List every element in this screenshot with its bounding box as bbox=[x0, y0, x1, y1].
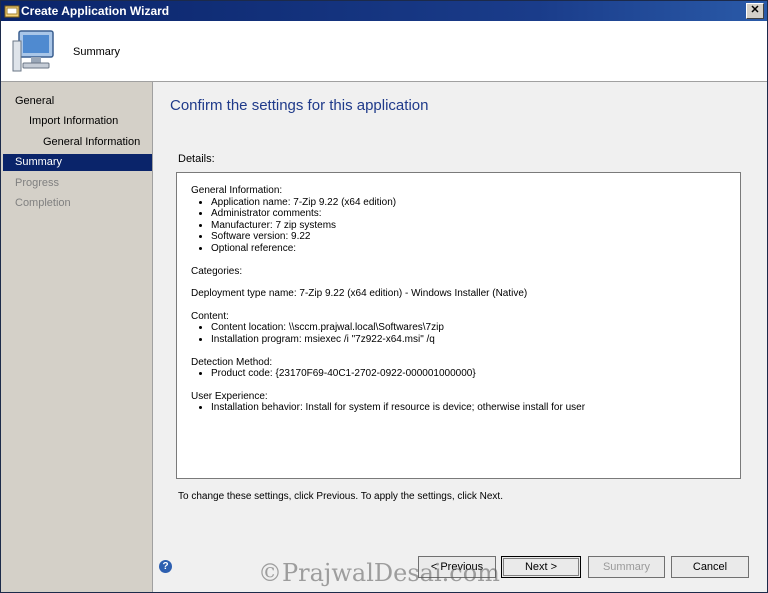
page-title: Summary bbox=[73, 46, 121, 58]
help-icon[interactable]: ? bbox=[159, 560, 172, 573]
cancel-button[interactable]: Cancel bbox=[671, 556, 749, 578]
instruction-text: To change these settings, click Previous… bbox=[178, 491, 503, 502]
sidebar-item-import-information: Import Information bbox=[29, 115, 119, 127]
sidebar-item-general-information: General Information bbox=[43, 136, 141, 148]
content-section: Content: Content location: \\sccm.prajwa… bbox=[191, 311, 731, 346]
close-button[interactable]: ✕ bbox=[746, 3, 764, 19]
section-title: Content: bbox=[191, 310, 229, 322]
wizard-window: Create Application Wizard ✕ Summary Gene… bbox=[0, 0, 768, 593]
summary-button[interactable]: Summary bbox=[588, 556, 665, 578]
categories-section: Categories: bbox=[191, 265, 243, 277]
list-item: Content location: \\sccm.prajwal.local\S… bbox=[211, 322, 731, 334]
list-item: Application name: 7-Zip 9.22 (x64 editio… bbox=[211, 197, 731, 209]
list-item: Software version: 9.22 bbox=[211, 231, 731, 243]
close-icon: ✕ bbox=[750, 4, 760, 16]
wizard-content: Confirm the settings for this applicatio… bbox=[153, 82, 767, 592]
general-information-section: General Information: Application name: 7… bbox=[191, 185, 731, 255]
section-title: User Experience: bbox=[191, 390, 268, 402]
sidebar-item-completion: Completion bbox=[15, 197, 71, 209]
title-bar[interactable]: Create Application Wizard ✕ bbox=[1, 1, 767, 21]
list-item: Product code: {23170F69-40C1-2702-0922-0… bbox=[211, 368, 731, 380]
sidebar-item-summary: Summary bbox=[3, 154, 152, 171]
section-title: General Information: bbox=[191, 185, 283, 196]
page-heading: Confirm the settings for this applicatio… bbox=[170, 97, 429, 114]
details-label: Details: bbox=[178, 153, 215, 165]
user-experience-section: User Experience: Installation behavior: … bbox=[191, 391, 731, 414]
details-textbox[interactable]: General Information: Application name: 7… bbox=[176, 172, 741, 479]
list-item: Administrator comments: bbox=[211, 208, 731, 220]
watermark-text: ©PrajwalDesai.com bbox=[258, 559, 500, 587]
deployment-type-section: Deployment type name: 7-Zip 9.22 (x64 ed… bbox=[191, 288, 528, 300]
list-item: Installation behavior: Install for syste… bbox=[211, 402, 731, 414]
list-item: Installation program: msiexec /i "7z922-… bbox=[211, 334, 731, 346]
app-icon bbox=[4, 5, 20, 18]
next-button[interactable]: Next > bbox=[501, 556, 581, 578]
sidebar-item-general: General bbox=[15, 95, 55, 107]
list-item: Manufacturer: 7 zip systems bbox=[211, 220, 731, 232]
window-title: Create Application Wizard bbox=[21, 4, 170, 18]
list-item: Optional reference: bbox=[211, 243, 731, 255]
wizard-header: Summary bbox=[1, 21, 767, 82]
section-title: Detection Method: bbox=[191, 356, 273, 368]
wizard-sidebar: General Import Information General Infor… bbox=[1, 82, 153, 592]
detection-method-section: Detection Method: Product code: {23170F6… bbox=[191, 357, 731, 380]
computer-icon bbox=[12, 30, 54, 72]
details-content: General Information: Application name: 7… bbox=[191, 185, 731, 425]
sidebar-item-progress: Progress bbox=[15, 177, 60, 189]
